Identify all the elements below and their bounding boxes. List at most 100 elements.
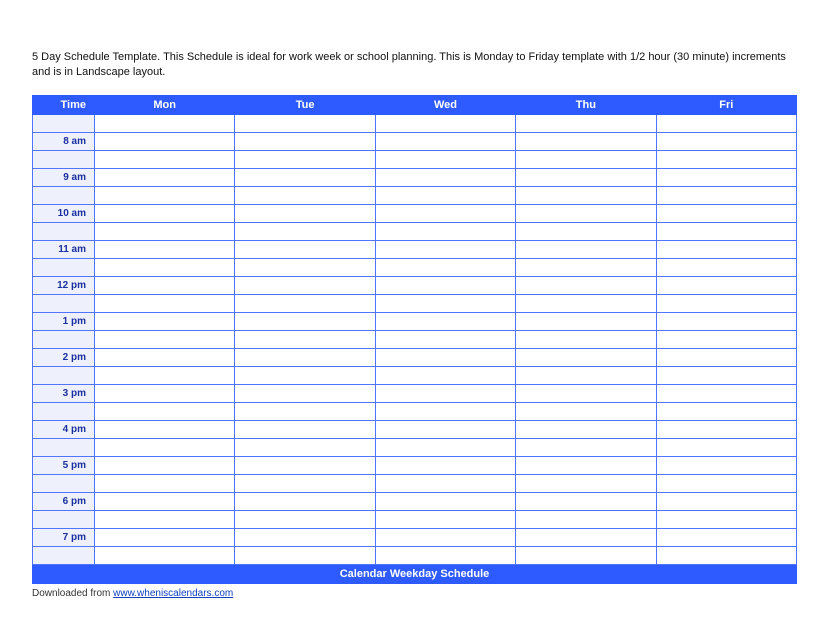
schedule-cell bbox=[235, 384, 375, 402]
schedule-cell bbox=[235, 420, 375, 438]
time-label: 9 am bbox=[33, 168, 95, 186]
schedule-cell bbox=[656, 276, 796, 294]
time-label bbox=[33, 150, 95, 168]
schedule-cell bbox=[516, 384, 656, 402]
time-label bbox=[33, 258, 95, 276]
schedule-cell bbox=[235, 150, 375, 168]
table-row bbox=[33, 294, 797, 312]
schedule-cell bbox=[375, 276, 515, 294]
download-link[interactable]: www.wheniscalendars.com bbox=[113, 588, 233, 599]
schedule-cell bbox=[375, 384, 515, 402]
schedule-cell bbox=[95, 132, 235, 150]
schedule-cell bbox=[375, 186, 515, 204]
time-label bbox=[33, 366, 95, 384]
schedule-cell bbox=[375, 150, 515, 168]
schedule-cell bbox=[375, 456, 515, 474]
schedule-cell bbox=[375, 420, 515, 438]
schedule-cell bbox=[375, 132, 515, 150]
schedule-cell bbox=[656, 132, 796, 150]
schedule-cell bbox=[375, 312, 515, 330]
schedule-cell bbox=[375, 510, 515, 528]
table-row: 8 am bbox=[33, 132, 797, 150]
schedule-cell bbox=[516, 186, 656, 204]
schedule-cell bbox=[375, 240, 515, 258]
schedule-cell bbox=[95, 546, 235, 564]
schedule-cell bbox=[516, 132, 656, 150]
table-row bbox=[33, 546, 797, 564]
schedule-cell bbox=[516, 258, 656, 276]
schedule-cell bbox=[656, 456, 796, 474]
schedule-cell bbox=[516, 114, 656, 132]
table-row bbox=[33, 510, 797, 528]
schedule-cell bbox=[375, 402, 515, 420]
schedule-cell bbox=[235, 492, 375, 510]
schedule-cell bbox=[656, 312, 796, 330]
schedule-cell bbox=[375, 330, 515, 348]
schedule-cell bbox=[516, 402, 656, 420]
schedule-cell bbox=[95, 312, 235, 330]
schedule-cell bbox=[375, 348, 515, 366]
schedule-cell bbox=[95, 420, 235, 438]
header-day-thu: Thu bbox=[516, 95, 656, 114]
schedule-cell bbox=[656, 240, 796, 258]
schedule-cell bbox=[516, 528, 656, 546]
schedule-cell bbox=[235, 438, 375, 456]
schedule-cell bbox=[656, 474, 796, 492]
schedule-cell bbox=[656, 114, 796, 132]
schedule-cell bbox=[516, 348, 656, 366]
time-label bbox=[33, 330, 95, 348]
table-row bbox=[33, 186, 797, 204]
schedule-cell bbox=[235, 204, 375, 222]
table-row bbox=[33, 150, 797, 168]
table-row bbox=[33, 258, 797, 276]
schedule-cell bbox=[235, 294, 375, 312]
time-label: 3 pm bbox=[33, 384, 95, 402]
schedule-cell bbox=[95, 384, 235, 402]
time-label bbox=[33, 510, 95, 528]
schedule-cell bbox=[656, 330, 796, 348]
table-row: 12 pm bbox=[33, 276, 797, 294]
time-label bbox=[33, 294, 95, 312]
schedule-cell bbox=[95, 474, 235, 492]
schedule-cell bbox=[375, 168, 515, 186]
schedule-cell bbox=[656, 438, 796, 456]
table-row bbox=[33, 474, 797, 492]
schedule-cell bbox=[95, 258, 235, 276]
schedule-cell bbox=[516, 456, 656, 474]
schedule-cell bbox=[235, 222, 375, 240]
schedule-cell bbox=[375, 114, 515, 132]
schedule-cell bbox=[516, 276, 656, 294]
schedule-cell bbox=[656, 222, 796, 240]
schedule-cell bbox=[95, 168, 235, 186]
schedule-cell bbox=[235, 348, 375, 366]
schedule-cell bbox=[516, 150, 656, 168]
schedule-cell bbox=[95, 294, 235, 312]
schedule-cell bbox=[235, 114, 375, 132]
time-label bbox=[33, 402, 95, 420]
schedule-cell bbox=[656, 546, 796, 564]
schedule-cell bbox=[516, 312, 656, 330]
download-line: Downloaded from www.wheniscalendars.com bbox=[32, 588, 797, 599]
table-row bbox=[33, 222, 797, 240]
table-row: 7 pm bbox=[33, 528, 797, 546]
schedule-cell bbox=[656, 168, 796, 186]
schedule-cell bbox=[656, 186, 796, 204]
schedule-cell bbox=[656, 366, 796, 384]
schedule-cell bbox=[235, 132, 375, 150]
schedule-cell bbox=[235, 474, 375, 492]
schedule-cell bbox=[516, 546, 656, 564]
header-day-mon: Mon bbox=[95, 95, 235, 114]
schedule-cell bbox=[375, 438, 515, 456]
schedule-cell bbox=[375, 546, 515, 564]
schedule-cell bbox=[375, 474, 515, 492]
time-label: 4 pm bbox=[33, 420, 95, 438]
schedule-cell bbox=[516, 366, 656, 384]
schedule-cell bbox=[235, 240, 375, 258]
table-row: 9 am bbox=[33, 168, 797, 186]
schedule-cell bbox=[95, 186, 235, 204]
header-day-tue: Tue bbox=[235, 95, 375, 114]
schedule-cell bbox=[516, 438, 656, 456]
schedule-cell bbox=[95, 240, 235, 258]
schedule-cell bbox=[516, 294, 656, 312]
time-label: 12 pm bbox=[33, 276, 95, 294]
